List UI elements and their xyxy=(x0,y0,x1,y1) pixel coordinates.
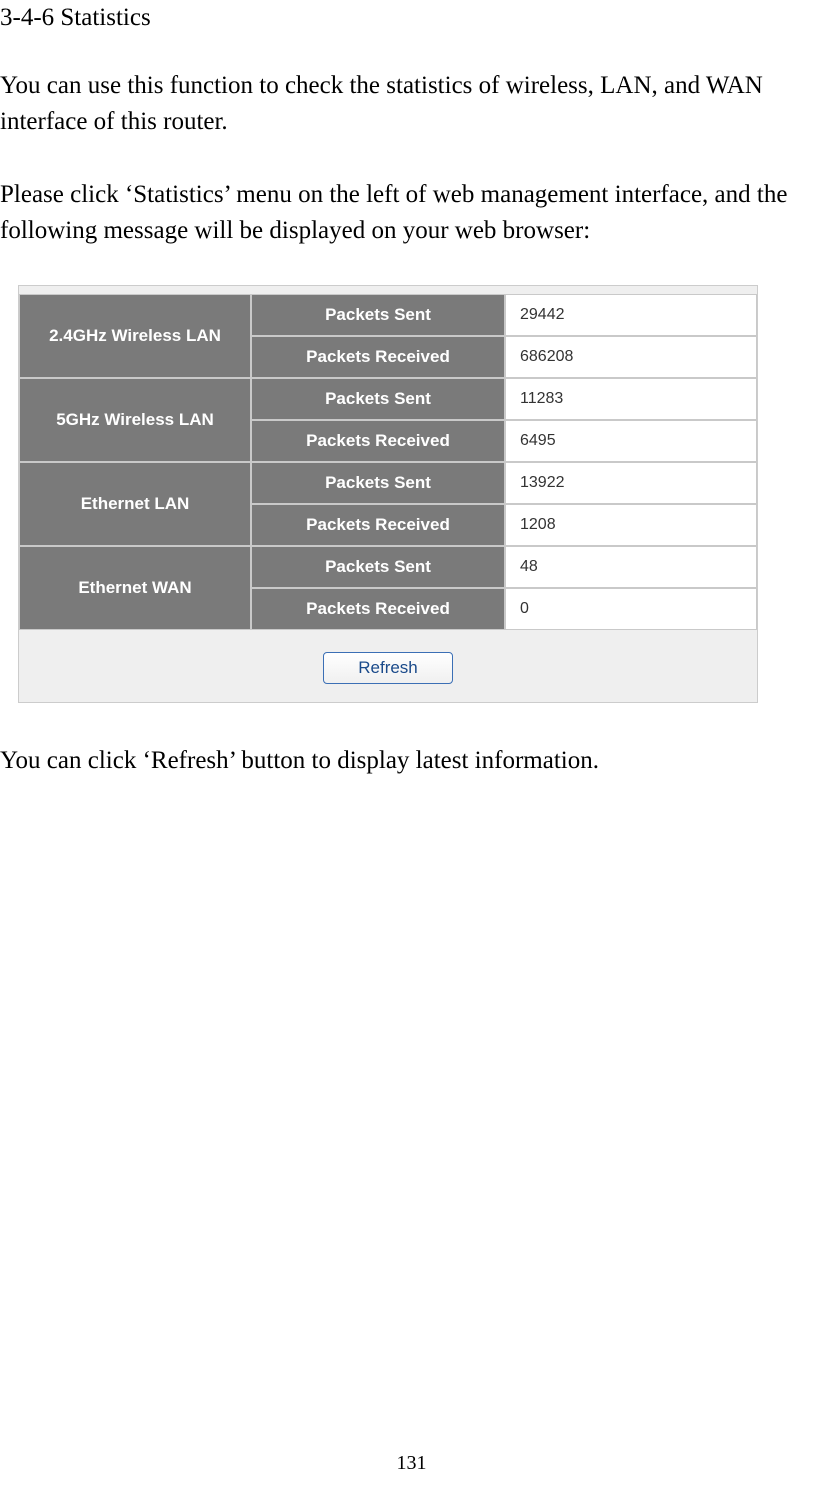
interface-name: Ethernet LAN xyxy=(19,462,251,546)
packets-sent-value: 29442 xyxy=(505,294,757,336)
statistics-table: 2.4GHz Wireless LAN Packets Sent 29442 P… xyxy=(19,286,757,630)
packets-sent-label: Packets Sent xyxy=(251,294,505,336)
refresh-button[interactable]: Refresh xyxy=(323,652,453,684)
packets-received-label: Packets Received xyxy=(251,420,505,462)
intro-paragraph-2: Please click ‘Statistics’ menu on the le… xyxy=(0,177,821,250)
intro-paragraph-1: You can use this function to check the s… xyxy=(0,68,821,141)
packets-received-value: 6495 xyxy=(505,420,757,462)
closing-paragraph: You can click ‘Refresh’ button to displa… xyxy=(0,743,821,779)
table-row: Ethernet LAN Packets Sent 13922 xyxy=(19,462,757,504)
table-row: Ethernet WAN Packets Sent 48 xyxy=(19,546,757,588)
interface-name: Ethernet WAN xyxy=(19,546,251,630)
packets-sent-value: 13922 xyxy=(505,462,757,504)
interface-name: 2.4GHz Wireless LAN xyxy=(19,294,251,378)
packets-received-value: 0 xyxy=(505,588,757,630)
packets-received-label: Packets Received xyxy=(251,336,505,378)
interface-name: 5GHz Wireless LAN xyxy=(19,378,251,462)
packets-sent-value: 48 xyxy=(505,546,757,588)
button-row: Refresh xyxy=(19,630,757,702)
table-row: 2.4GHz Wireless LAN Packets Sent 29442 xyxy=(19,294,757,336)
packets-sent-label: Packets Sent xyxy=(251,546,505,588)
table-row: 5GHz Wireless LAN Packets Sent 11283 xyxy=(19,378,757,420)
packets-sent-label: Packets Sent xyxy=(251,378,505,420)
packets-sent-value: 11283 xyxy=(505,378,757,420)
packets-sent-label: Packets Sent xyxy=(251,462,505,504)
section-heading: 3-4-6 Statistics xyxy=(0,4,821,32)
packets-received-value: 1208 xyxy=(505,504,757,546)
statistics-panel: 2.4GHz Wireless LAN Packets Sent 29442 P… xyxy=(18,285,758,703)
packets-received-label: Packets Received xyxy=(251,588,505,630)
packets-received-label: Packets Received xyxy=(251,504,505,546)
packets-received-value: 686208 xyxy=(505,336,757,378)
page-number: 131 xyxy=(0,1452,823,1475)
